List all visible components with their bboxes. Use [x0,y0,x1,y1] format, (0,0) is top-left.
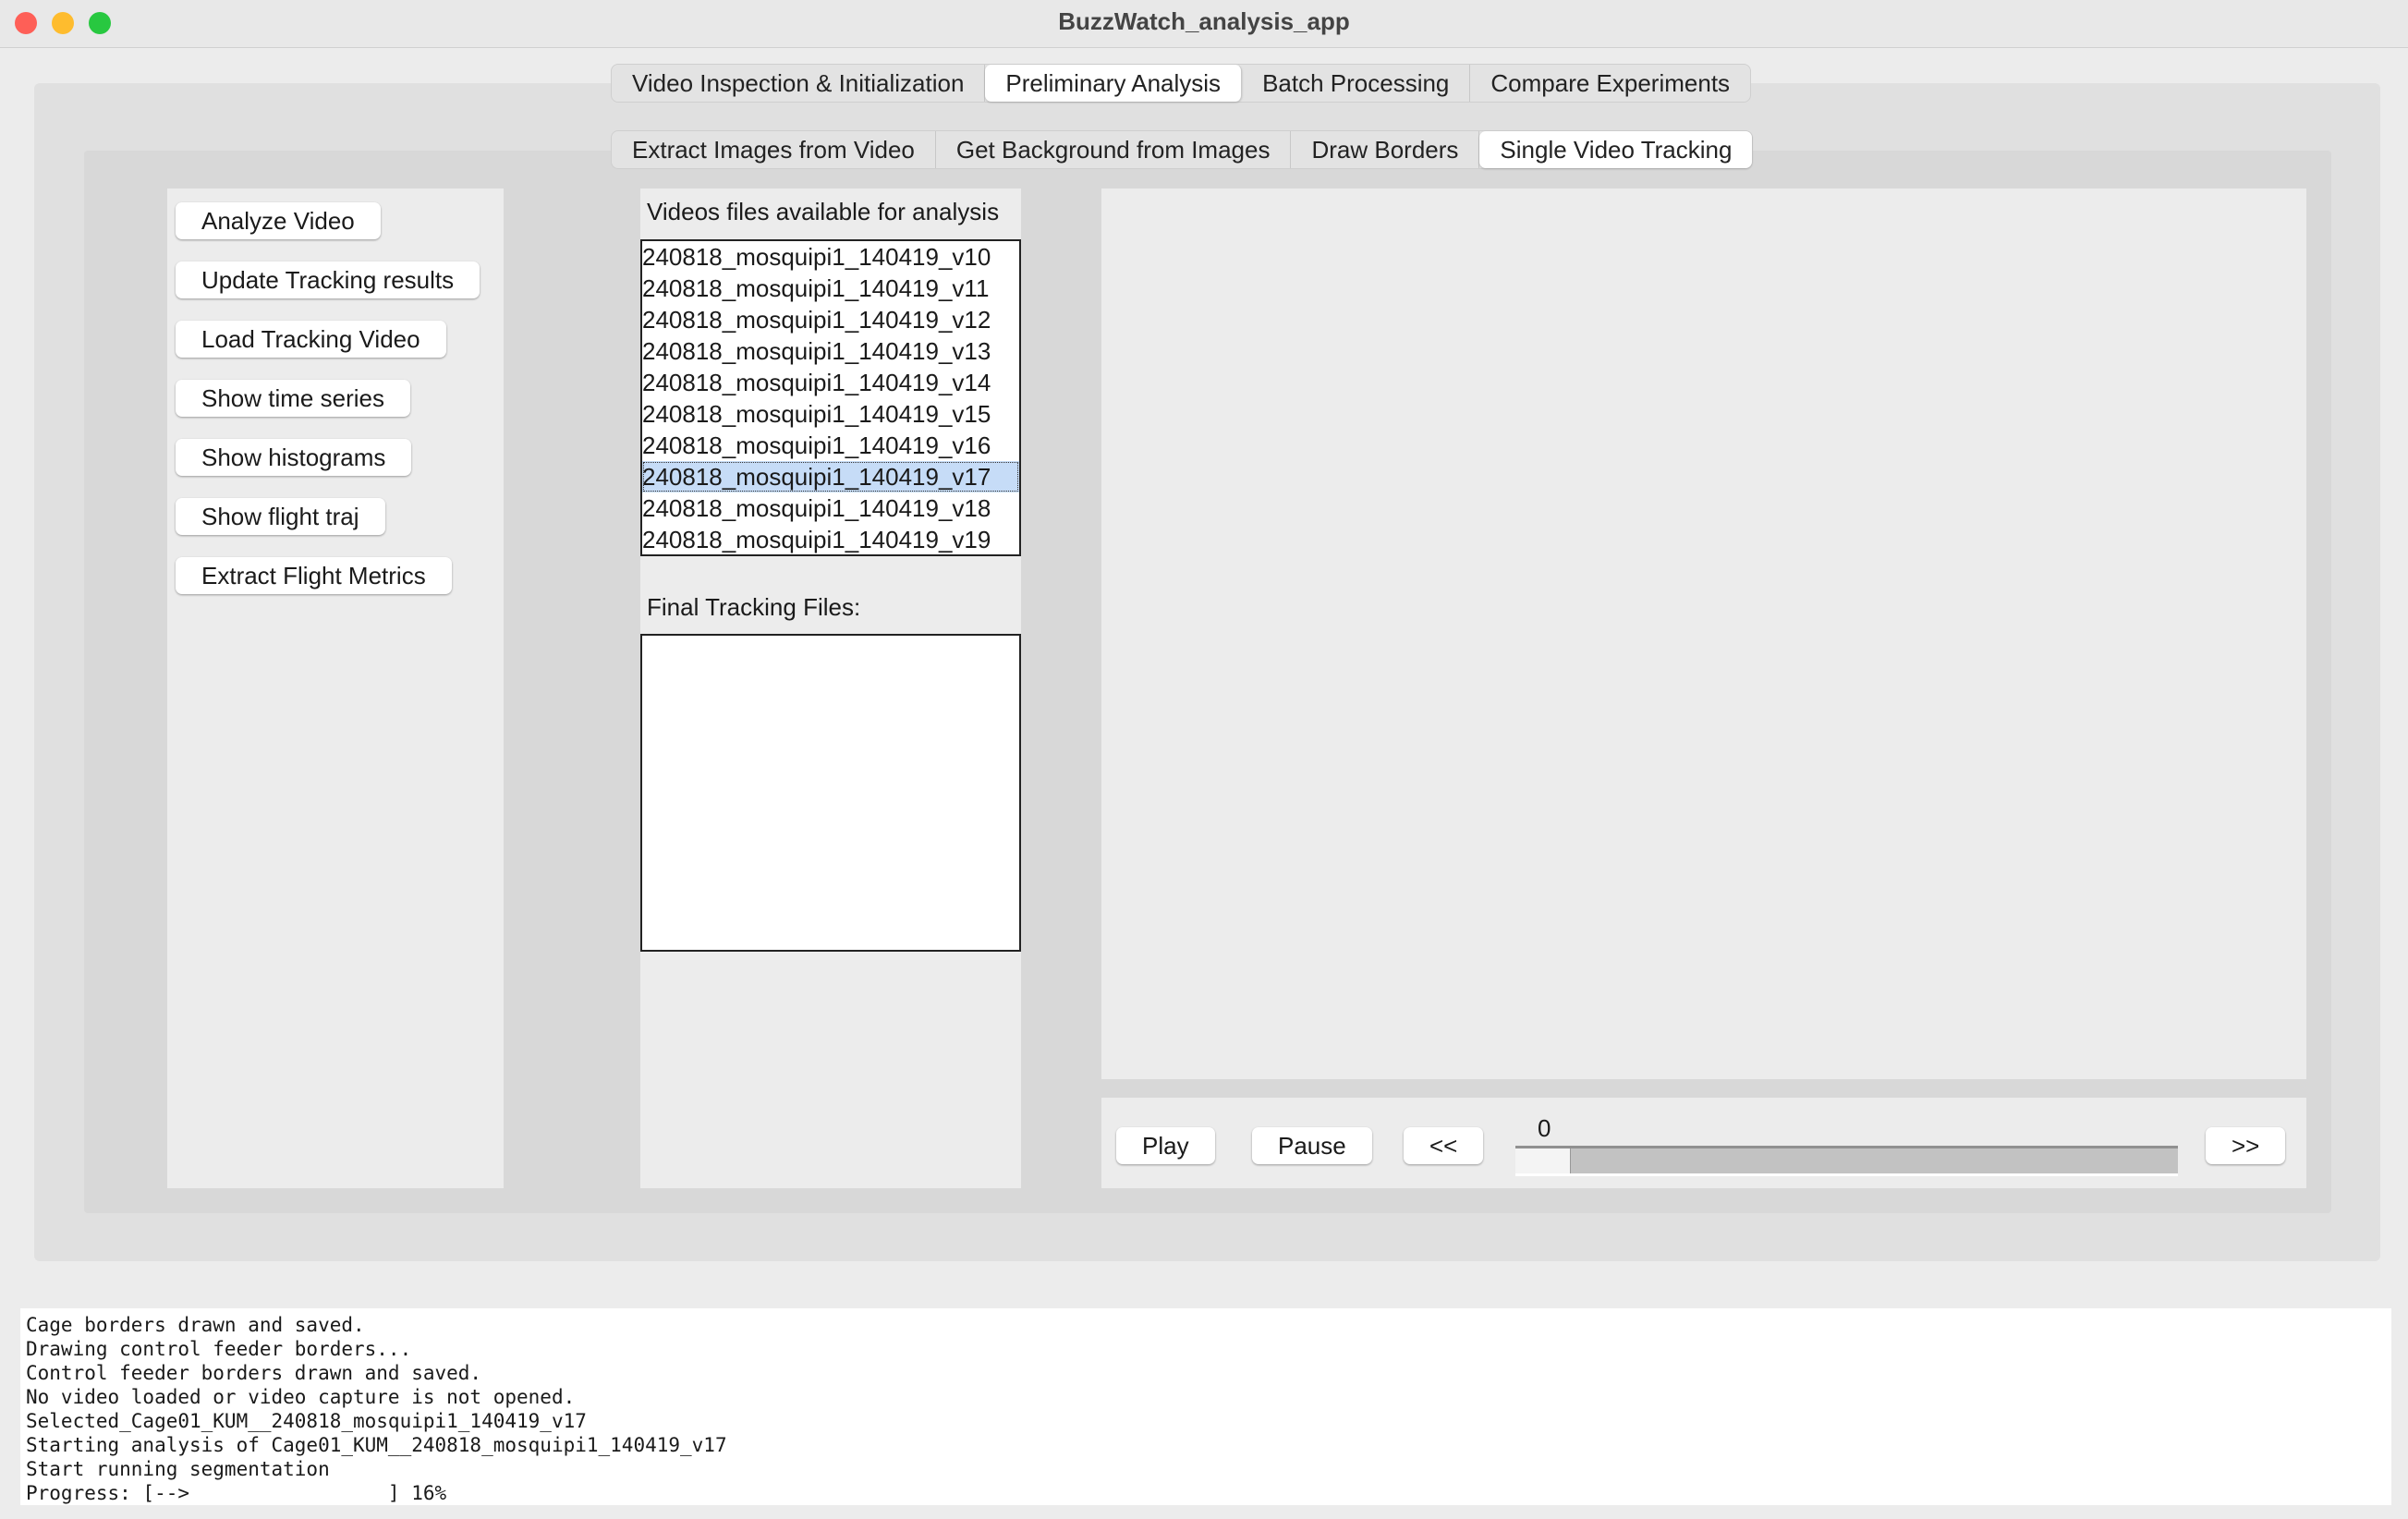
video-display [1101,188,2306,1079]
window-title: BuzzWatch_analysis_app [1058,7,1350,35]
play-button[interactable]: Play [1116,1127,1215,1164]
log-line: Drawing control feeder borders... [26,1338,412,1360]
log-line: Control feeder borders drawn and saved. [26,1362,482,1384]
log-line: Progress: [--> ] 16% [26,1482,447,1504]
frame-value: 0 [1538,1114,1551,1142]
log-line: Cage borders drawn and saved. [26,1314,365,1336]
videos-listbox[interactable]: 240818_mosquipi1_140419_v10 240818_mosqui… [640,239,1021,556]
update-tracking-results-button[interactable]: Update Tracking results [176,261,480,298]
video-list-item[interactable]: 240818_mosquipi1_140419_v18 [642,492,1019,524]
video-list-item[interactable]: 240818_mosquipi1_140419_v14 [642,367,1019,398]
next-frame-button[interactable]: >> [2206,1127,2286,1164]
tab-compare-experiments[interactable]: Compare Experiments [1470,65,1750,102]
load-tracking-video-button[interactable]: Load Tracking Video [176,321,446,358]
sub-tab-bar: Extract Images from Video Get Background… [611,130,1754,169]
tab-single-video-tracking[interactable]: Single Video Tracking [1479,131,1753,168]
videos-list-label: Videos files available for analysis [647,198,1000,225]
tab-draw-borders[interactable]: Draw Borders [1291,131,1480,168]
video-list-item[interactable]: 240818_mosquipi1_140419_v10 [642,241,1019,273]
extract-flight-metrics-button[interactable]: Extract Flight Metrics [176,557,452,594]
video-list-item[interactable]: 240818_mosquipi1_140419_v11 [642,273,1019,304]
show-histograms-button[interactable]: Show histograms [176,439,412,476]
previous-frame-button[interactable]: << [1404,1127,1484,1164]
tab-preliminary-analysis[interactable]: Preliminary Analysis [985,65,1243,102]
tracking-files-listbox[interactable] [640,634,1021,952]
log-line: Start running segmentation [26,1458,330,1480]
log-line: Starting analysis of Cage01_KUM__240818_… [26,1434,727,1456]
video-list-item[interactable]: 240818_mosquipi1_140419_v12 [642,304,1019,335]
show-time-series-button[interactable]: Show time series [176,380,410,417]
log-line: No video loaded or video capture is not … [26,1386,576,1408]
tab-batch-processing[interactable]: Batch Processing [1242,65,1471,102]
show-flight-traj-button[interactable]: Show flight traj [176,498,385,535]
frame-slider[interactable] [1515,1146,2178,1176]
tab-extract-images[interactable]: Extract Images from Video [612,131,936,168]
video-list-item[interactable]: 240818_mosquipi1_140419_v17 [642,461,1019,492]
main-tab-bar: Video Inspection & Initialization Prelim… [611,64,1752,103]
log-console: Cage borders drawn and saved. Drawing con… [20,1308,2391,1505]
analyze-video-button[interactable]: Analyze Video [176,202,381,239]
log-line: Selected_Cage01_KUM__240818_mosquipi1_14… [26,1410,587,1432]
video-list-item[interactable]: 240818_mosquipi1_140419_v19 [642,524,1019,555]
tab-get-background[interactable]: Get Background from Images [936,131,1292,168]
slider-thumb[interactable] [1515,1148,1571,1173]
tab-video-inspection[interactable]: Video Inspection & Initialization [612,65,986,102]
video-list-item[interactable]: 240818_mosquipi1_140419_v15 [642,398,1019,430]
video-list-item[interactable]: 240818_mosquipi1_140419_v13 [642,335,1019,367]
video-list-item[interactable]: 240818_mosquipi1_140419_v16 [642,430,1019,461]
pause-button[interactable]: Pause [1252,1127,1372,1164]
title-bar: BuzzWatch_analysis_app [0,0,2408,48]
tracking-files-label: Final Tracking Files: [647,593,861,621]
